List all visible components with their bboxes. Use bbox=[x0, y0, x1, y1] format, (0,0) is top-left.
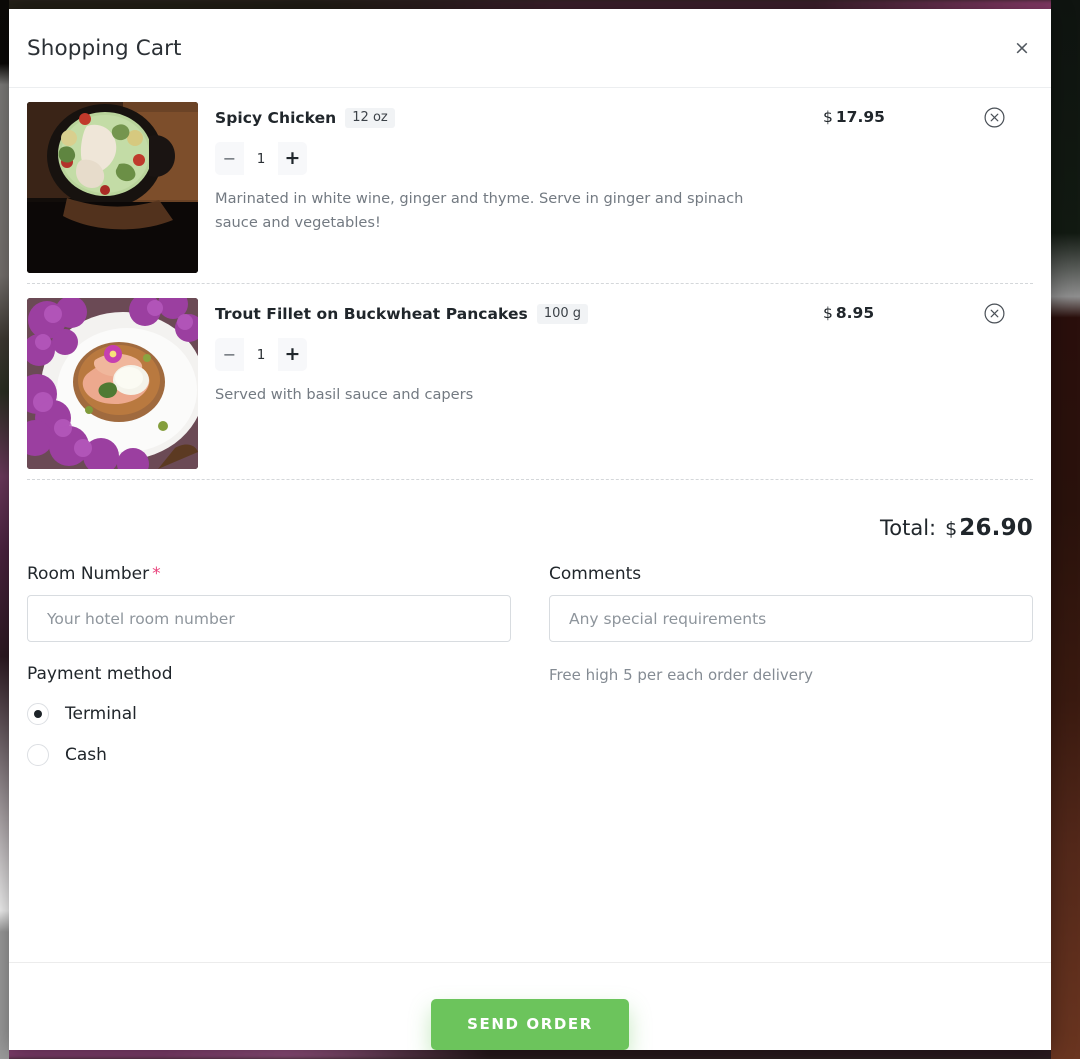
payment-option-terminal[interactable]: Terminal bbox=[27, 697, 511, 730]
item-description: Served with basil sauce and capers bbox=[215, 386, 474, 403]
cart-total-label: Total: bbox=[880, 516, 937, 540]
delivery-note: Free high 5 per each order delivery bbox=[549, 666, 814, 684]
modal-footer: SEND ORDER bbox=[9, 962, 1051, 1050]
modal-body: Spicy Chicken 12 oz − + Marinated in whi… bbox=[9, 88, 1051, 962]
cart-item: Spicy Chicken 12 oz − + Marinated in whi… bbox=[27, 88, 1033, 284]
item-weight-badge: 12 oz bbox=[345, 108, 395, 128]
remove-circle-icon[interactable] bbox=[984, 303, 1005, 324]
cart-total-currency: $ bbox=[945, 518, 958, 540]
page-background-right-strip bbox=[1051, 0, 1080, 1059]
quantity-decrement-button[interactable]: − bbox=[215, 338, 244, 371]
item-description: Marinated in white wine, ginger and thym… bbox=[215, 190, 744, 231]
payment-option-cash-label: Cash bbox=[65, 744, 107, 765]
item-image-spicy-chicken bbox=[27, 102, 198, 273]
comments-input[interactable] bbox=[549, 595, 1033, 642]
item-image-trout-fillet bbox=[27, 298, 198, 469]
page-title: Shopping Cart bbox=[27, 35, 182, 61]
item-remove-cell bbox=[973, 298, 1033, 469]
payment-method-label: Payment method bbox=[27, 664, 173, 684]
quantity-increment-button[interactable]: + bbox=[278, 338, 307, 371]
shopping-cart-modal: Shopping Cart × Spicy Chicken 12 oz − 1 … bbox=[9, 9, 1051, 1050]
item-weight-badge: 100 g bbox=[536, 304, 589, 324]
send-order-button[interactable]: SEND ORDER bbox=[431, 999, 629, 1050]
room-number-label: Room Number * bbox=[27, 564, 511, 584]
item-details: Spicy Chicken 12 oz − + Marinated in whi… bbox=[198, 102, 823, 273]
item-name: Trout Fillet on Buckwheat Pancakes bbox=[215, 305, 528, 323]
item-price-amount: 17.95 bbox=[835, 108, 885, 126]
item-name: Spicy Chicken bbox=[215, 109, 337, 127]
payment-option-cash[interactable]: Cash bbox=[27, 738, 511, 771]
quantity-decrement-button[interactable]: − bbox=[215, 142, 244, 175]
payment-option-terminal-label: Terminal bbox=[65, 703, 137, 724]
comments-label: Comments bbox=[549, 564, 642, 584]
radio-unselected-icon[interactable] bbox=[27, 743, 49, 766]
cart-item: Trout Fillet on Buckwheat Pancakes 100 g… bbox=[27, 284, 1033, 480]
page-background-left-strip bbox=[0, 0, 9, 1059]
quantity-increment-button[interactable]: + bbox=[278, 142, 307, 175]
item-title-row: Trout Fillet on Buckwheat Pancakes 100 g bbox=[215, 301, 823, 327]
required-marker: * bbox=[152, 564, 161, 584]
quantity-input[interactable] bbox=[244, 338, 278, 371]
quantity-stepper[interactable]: − + bbox=[215, 142, 307, 175]
modal-header: Shopping Cart × bbox=[9, 9, 1051, 88]
item-price: $8.95 bbox=[823, 298, 973, 469]
close-icon[interactable]: × bbox=[1005, 31, 1039, 65]
quantity-stepper[interactable]: − + bbox=[215, 338, 307, 371]
item-price-currency: $ bbox=[823, 108, 833, 126]
item-remove-cell bbox=[973, 102, 1033, 273]
room-number-label-text: Room Number bbox=[27, 564, 150, 584]
order-form: Room Number* Payment method Terminal Cas… bbox=[27, 564, 1033, 779]
cart-total-amount: 26.90 bbox=[959, 515, 1033, 541]
form-column-right: Comments Free high 5 per each order deli… bbox=[549, 564, 1033, 779]
room-number-input[interactable] bbox=[27, 595, 511, 642]
remove-circle-icon[interactable] bbox=[984, 107, 1005, 128]
item-price-amount: 8.95 bbox=[835, 304, 875, 322]
cart-total: Total: $26.90 bbox=[27, 480, 1033, 564]
radio-selected-icon[interactable] bbox=[27, 702, 49, 725]
item-price: $17.95 bbox=[823, 102, 973, 273]
quantity-input[interactable] bbox=[244, 142, 278, 175]
item-price-currency: $ bbox=[823, 304, 833, 322]
form-column-left: Room Number* Payment method Terminal Cas… bbox=[27, 564, 511, 779]
item-title-row: Spicy Chicken 12 oz bbox=[215, 105, 823, 131]
item-details: Trout Fillet on Buckwheat Pancakes 100 g… bbox=[198, 298, 823, 469]
